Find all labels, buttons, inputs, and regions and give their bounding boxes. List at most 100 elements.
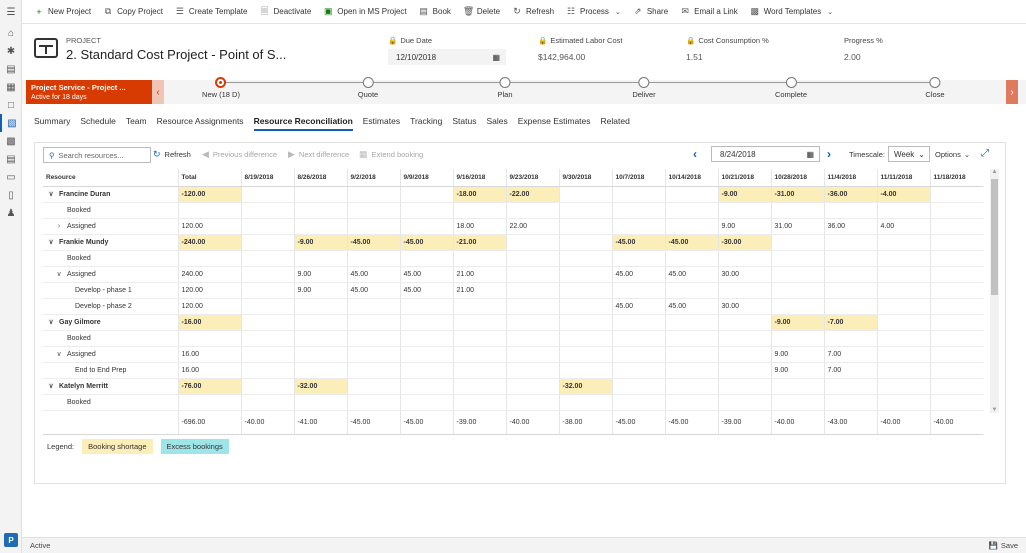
week-cell[interactable]: -45.00: [399, 234, 453, 251]
week-cell[interactable]: 18.00: [452, 218, 506, 235]
week-cell[interactable]: [929, 234, 983, 251]
week-cell[interactable]: [876, 234, 930, 251]
week-cell[interactable]: 21.00: [452, 266, 506, 283]
book-button[interactable]: ▤ Book: [413, 0, 457, 24]
week-cell[interactable]: 21.00: [452, 282, 506, 299]
tab-related[interactable]: Related: [601, 116, 630, 131]
week-cell[interactable]: [505, 378, 559, 395]
scroll-down-icon[interactable]: ▼: [990, 407, 999, 413]
week-cell[interactable]: [558, 330, 612, 347]
week-cell[interactable]: 36.00: [823, 218, 877, 235]
week-cell[interactable]: [929, 218, 983, 235]
expand-icon[interactable]: ⤢: [981, 148, 989, 159]
week-cell[interactable]: [611, 362, 665, 379]
week-cell[interactable]: [876, 282, 930, 299]
week-cell[interactable]: [558, 362, 612, 379]
week-cell[interactable]: -32.00: [558, 378, 612, 395]
copy-project-button[interactable]: ⧉ Copy Project: [97, 0, 169, 24]
week-cell[interactable]: [293, 250, 347, 267]
total-cell[interactable]: -76.00: [177, 378, 241, 395]
week-cell[interactable]: [240, 298, 294, 315]
week-cell[interactable]: -22.00: [505, 186, 559, 203]
week-cell[interactable]: [929, 378, 983, 395]
week-cell[interactable]: [770, 202, 824, 219]
calendar-icon[interactable]: ▩: [0, 132, 22, 150]
chevron-down-icon[interactable]: ∨: [43, 238, 59, 246]
week-cell[interactable]: [929, 394, 983, 411]
total-cell[interactable]: 120.00: [177, 298, 241, 315]
hamburger-menu-icon[interactable]: ☰: [0, 0, 22, 24]
week-cell[interactable]: [929, 250, 983, 267]
week-cell[interactable]: [346, 362, 400, 379]
week-cell[interactable]: [929, 202, 983, 219]
week-cell[interactable]: 45.00: [399, 282, 453, 299]
week-cell[interactable]: [240, 330, 294, 347]
week-cell[interactable]: [240, 202, 294, 219]
refresh-button[interactable]: ↻ Refresh: [506, 0, 560, 24]
total-cell[interactable]: [177, 394, 241, 411]
week-cell[interactable]: [505, 330, 559, 347]
week-cell[interactable]: [399, 362, 453, 379]
week-cell[interactable]: 45.00: [664, 266, 718, 283]
email-link-button[interactable]: ✉ Email a Link: [674, 0, 744, 24]
schedule-icon[interactable]: ▤: [0, 150, 22, 168]
week-cell[interactable]: -45.00: [611, 234, 665, 251]
week-cell[interactable]: [611, 202, 665, 219]
week-cell[interactable]: [505, 202, 559, 219]
delete-button[interactable]: 🗑 Delete: [457, 0, 506, 24]
share-button[interactable]: ⇗ Share: [627, 0, 674, 24]
week-cell[interactable]: [346, 378, 400, 395]
week-cell[interactable]: [346, 202, 400, 219]
week-cell[interactable]: [876, 298, 930, 315]
deactivate-button[interactable]: 🗏 Deactivate: [253, 0, 317, 24]
week-cell[interactable]: 30.00: [717, 298, 771, 315]
week-cell[interactable]: [929, 346, 983, 363]
week-cell[interactable]: 9.00: [293, 282, 347, 299]
week-cell[interactable]: [717, 394, 771, 411]
stage-plan[interactable]: Plan: [497, 77, 513, 99]
week-cell[interactable]: [240, 234, 294, 251]
week-cell[interactable]: -31.00: [770, 186, 824, 203]
week-cell[interactable]: [717, 202, 771, 219]
week-cell[interactable]: [558, 314, 612, 331]
week-cell[interactable]: [346, 298, 400, 315]
chevron-down-icon[interactable]: ∨: [51, 350, 67, 358]
week-cell[interactable]: [399, 250, 453, 267]
week-cell[interactable]: 9.00: [770, 346, 824, 363]
due-date-input[interactable]: 12/10/2018 ▦: [388, 49, 506, 65]
week-cell[interactable]: [929, 362, 983, 379]
process-button[interactable]: ☷ Process ⌄: [560, 0, 627, 24]
refresh-grid-button[interactable]: ↻ Refresh: [153, 149, 191, 160]
week-cell[interactable]: [505, 298, 559, 315]
week-cell[interactable]: [823, 394, 877, 411]
week-cell[interactable]: [876, 362, 930, 379]
week-cell[interactable]: [240, 186, 294, 203]
calendar-icon[interactable]: ▦: [806, 150, 814, 159]
total-cell[interactable]: 16.00: [177, 362, 241, 379]
extend-booking-button[interactable]: ▦ Extend booking: [359, 149, 423, 160]
total-cell[interactable]: 120.00: [177, 282, 241, 299]
week-cell[interactable]: [876, 202, 930, 219]
week-cell[interactable]: [399, 378, 453, 395]
column-header[interactable]: Resource: [43, 169, 178, 187]
week-cell[interactable]: [452, 362, 506, 379]
week-cell[interactable]: [823, 282, 877, 299]
week-cell[interactable]: [664, 250, 718, 267]
week-cell[interactable]: -30.00: [717, 234, 771, 251]
stage-quote[interactable]: Quote: [358, 77, 378, 99]
week-cell[interactable]: [876, 378, 930, 395]
week-cell[interactable]: 9.00: [717, 218, 771, 235]
week-cell[interactable]: [399, 186, 453, 203]
week-cell[interactable]: [929, 282, 983, 299]
total-cell[interactable]: 120.00: [177, 218, 241, 235]
week-cell[interactable]: [558, 202, 612, 219]
stage-next-button[interactable]: ›: [1006, 80, 1018, 104]
week-cell[interactable]: [452, 346, 506, 363]
week-cell[interactable]: [611, 330, 665, 347]
calendar-icon[interactable]: ▦: [492, 53, 500, 62]
week-cell[interactable]: [558, 250, 612, 267]
week-cell[interactable]: [823, 378, 877, 395]
tab-estimates[interactable]: Estimates: [363, 116, 400, 131]
week-cell[interactable]: [717, 346, 771, 363]
week-cell[interactable]: [770, 298, 824, 315]
